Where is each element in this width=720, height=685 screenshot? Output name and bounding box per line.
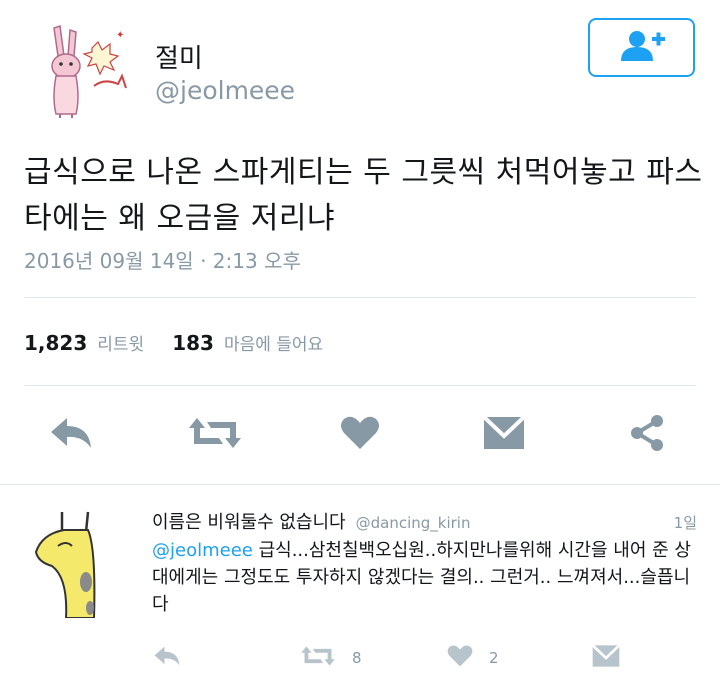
- tweet-stats: 1,823 리트윗 183 마음에 들어요: [24, 330, 351, 355]
- reply-timestamp[interactable]: 1일: [674, 512, 697, 533]
- envelope-icon: [482, 415, 526, 454]
- retweet-button[interactable]: [188, 410, 242, 460]
- direct-message-button[interactable]: [477, 410, 531, 460]
- reply-author-avatar[interactable]: [32, 508, 100, 619]
- reply-author-display-name[interactable]: 이름은 비워둘수 없습니다: [152, 508, 346, 534]
- author-avatar[interactable]: ✦: [36, 18, 140, 122]
- like-label[interactable]: 마음에 들어요: [224, 330, 323, 355]
- share-button[interactable]: [620, 410, 674, 460]
- reply-action-bar: 8 2: [0, 640, 720, 676]
- heart-icon: [447, 644, 473, 672]
- reply-like-button[interactable]: 2: [447, 640, 499, 676]
- reply-reply-button[interactable]: [152, 640, 182, 676]
- author-display-name[interactable]: 절미: [155, 38, 203, 75]
- tweet-text: 급식으로 나온 스파게티는 두 그릇씩 처먹어놓고 파스타에는 왜 오금을 저리…: [24, 155, 703, 236]
- divider: [24, 297, 696, 298]
- reply-retweet-count: 8: [352, 649, 362, 667]
- heart-icon: [340, 415, 380, 455]
- reply-retweet-button[interactable]: 8: [300, 640, 362, 676]
- divider: [24, 385, 696, 386]
- tweet-action-bar: [0, 410, 720, 460]
- reply-message-button[interactable]: [591, 640, 621, 676]
- reply-like-count: 2: [489, 649, 499, 667]
- reply-icon: [152, 644, 182, 672]
- retweet-label[interactable]: 리트윗: [97, 330, 144, 355]
- retweet-icon: [300, 644, 336, 672]
- follow-button[interactable]: [588, 18, 695, 77]
- add-user-icon: [617, 29, 667, 67]
- reply-button[interactable]: [44, 410, 98, 460]
- retweet-count[interactable]: 1,823: [24, 331, 87, 355]
- reply-mention-link[interactable]: @jeolmeee: [152, 540, 253, 561]
- like-count[interactable]: 183: [172, 331, 214, 355]
- divider: [0, 484, 720, 485]
- reply-header: 이름은 비워둘수 없습니다 @dancing_kirin 1일: [152, 508, 697, 534]
- reply-author-handle[interactable]: @dancing_kirin: [356, 514, 471, 532]
- envelope-icon: [591, 644, 621, 672]
- author-handle[interactable]: @jeolmeee: [155, 76, 295, 105]
- reply-text: @jeolmeee 급식...삼천칠백오십원..하지만나를위해 시간을 내어 준…: [152, 537, 700, 618]
- retweet-icon: [187, 416, 243, 454]
- share-icon: [627, 413, 667, 457]
- reply-icon: [47, 416, 95, 454]
- tweet-timestamp[interactable]: 2016년 09월 14일 · 2:13 오후: [24, 245, 301, 274]
- svg-text:✦: ✦: [116, 30, 124, 41]
- like-button[interactable]: [333, 410, 387, 460]
